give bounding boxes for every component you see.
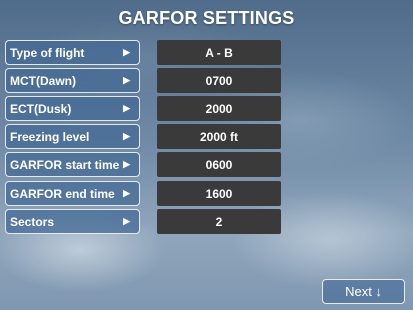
play-arrow-icon: ▶: [123, 47, 130, 57]
freezing-level-value[interactable]: 2000 ft: [157, 124, 281, 149]
mct-dawn-button[interactable]: MCT(Dawn) ▶: [5, 68, 140, 93]
setting-row-garfor-start-time: GARFOR start time ▶ 0600: [0, 152, 413, 178]
play-arrow-icon: ▶: [123, 188, 130, 198]
play-arrow-icon: ▶: [123, 159, 130, 169]
setting-row-sectors: Sectors ▶ 2: [0, 209, 413, 235]
play-arrow-icon: ▶: [123, 131, 130, 141]
mct-dawn-value[interactable]: 0700: [157, 68, 281, 93]
sectors-button[interactable]: Sectors ▶: [5, 209, 140, 234]
sectors-label: Sectors: [10, 214, 55, 229]
ect-dusk-value[interactable]: 2000: [157, 96, 281, 121]
type-of-flight-value[interactable]: A - B: [157, 40, 281, 65]
setting-row-mct-dawn: MCT(Dawn) ▶ 0700: [0, 68, 413, 94]
setting-row-type-of-flight: Type of flight ▶ A - B: [0, 40, 413, 66]
sectors-value[interactable]: 2: [157, 209, 281, 234]
setting-row-garfor-end-time: GARFOR end time ▶ 1600: [0, 181, 413, 207]
garfor-start-time-value[interactable]: 0600: [157, 152, 281, 177]
garfor-end-time-button[interactable]: GARFOR end time ▶: [5, 181, 140, 206]
page-title: GARFOR SETTINGS: [118, 8, 295, 28]
freezing-level-label: Freezing level: [10, 129, 90, 144]
next-button[interactable]: Next ↓: [322, 279, 405, 304]
garfor-start-time-button[interactable]: GARFOR start time ▶: [5, 152, 140, 177]
mct-dawn-label: MCT(Dawn): [10, 73, 76, 88]
ect-dusk-button[interactable]: ECT(Dusk) ▶: [5, 96, 140, 121]
garfor-end-time-label: GARFOR end time: [10, 186, 115, 201]
type-of-flight-button[interactable]: Type of flight ▶: [5, 40, 140, 65]
play-arrow-icon: ▶: [123, 103, 130, 113]
garfor-start-time-label: GARFOR start time: [10, 157, 120, 172]
setting-row-freezing-level: Freezing level ▶ 2000 ft: [0, 124, 413, 150]
ect-dusk-label: ECT(Dusk): [10, 101, 72, 116]
play-arrow-icon: ▶: [123, 216, 130, 226]
setting-row-ect-dusk: ECT(Dusk) ▶ 2000: [0, 96, 413, 122]
type-of-flight-label: Type of flight: [10, 45, 85, 60]
garfor-end-time-value[interactable]: 1600: [157, 181, 281, 206]
play-arrow-icon: ▶: [123, 75, 130, 85]
freezing-level-button[interactable]: Freezing level ▶: [5, 124, 140, 149]
